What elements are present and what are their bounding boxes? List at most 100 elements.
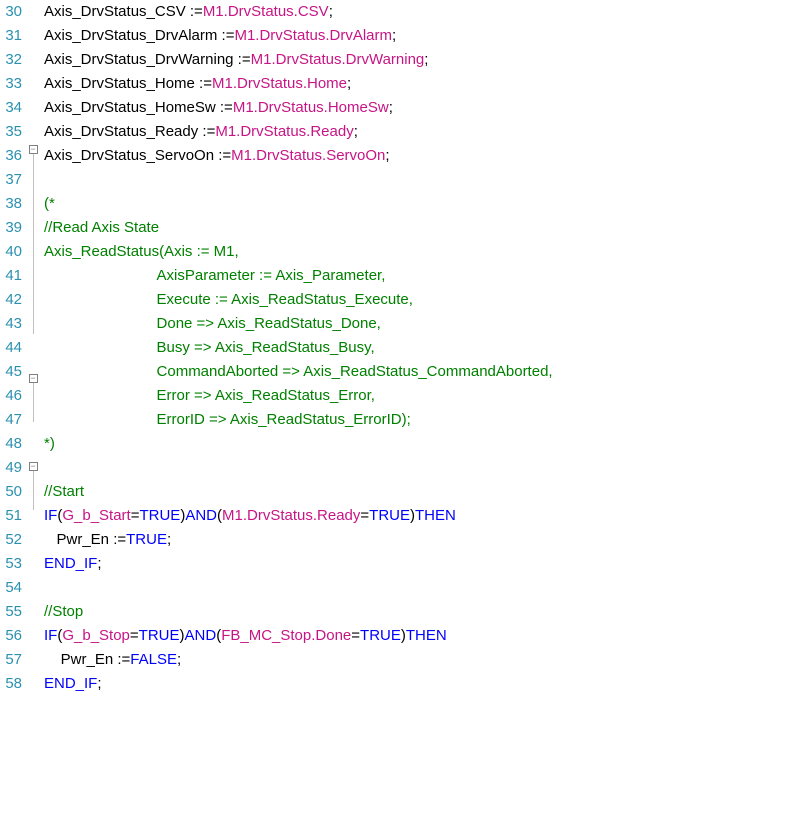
line-number: 52: [0, 528, 22, 552]
fold-cell: [26, 264, 40, 282]
code-editor[interactable]: 3031323334353637383940414243444546474849…: [0, 0, 799, 696]
fold-collapse-icon[interactable]: −: [29, 145, 38, 154]
code-token: TRUE: [360, 624, 401, 648]
code-token: Done => Axis_ReadStatus_Done,: [44, 312, 381, 336]
code-token: ;: [392, 24, 396, 48]
code-token: Busy => Axis_ReadStatus_Busy,: [44, 336, 375, 360]
code-token: FB_MC_Stop.Done: [221, 624, 351, 648]
code-line[interactable]: Busy => Axis_ReadStatus_Busy,: [44, 336, 799, 360]
code-token: ;: [97, 552, 101, 576]
code-token: //Stop: [44, 600, 83, 624]
line-number: 54: [0, 576, 22, 600]
code-token: END_IF: [44, 552, 97, 576]
code-token: M1.DrvStatus.ServoOn: [231, 144, 385, 168]
code-line[interactable]: AxisParameter := Axis_Parameter,: [44, 264, 799, 288]
code-token: END_IF: [44, 672, 97, 696]
code-token: //Read Axis State: [44, 216, 159, 240]
fold-cell[interactable]: −: [26, 141, 40, 159]
fold-cell: [26, 0, 40, 18]
code-line[interactable]: //Read Axis State: [44, 216, 799, 240]
fold-cell: [26, 53, 40, 71]
code-line[interactable]: Axis_DrvStatus_Ready := M1.DrvStatus.Rea…: [44, 120, 799, 144]
code-line[interactable]: Done => Axis_ReadStatus_Done,: [44, 312, 799, 336]
code-line[interactable]: END_IF;: [44, 672, 799, 696]
code-token: M1.DrvStatus.Ready: [215, 120, 353, 144]
code-line[interactable]: [44, 456, 799, 480]
line-number: 51: [0, 504, 22, 528]
fold-cell: [26, 158, 40, 176]
code-line[interactable]: Execute := Axis_ReadStatus_Execute,: [44, 288, 799, 312]
code-line[interactable]: ErrorID => Axis_ReadStatus_ErrorID);: [44, 408, 799, 432]
fold-cell[interactable]: −: [26, 369, 40, 387]
fold-cell: [26, 18, 40, 36]
code-line[interactable]: Axis_DrvStatus_Home := M1.DrvStatus.Home…: [44, 72, 799, 96]
code-line[interactable]: IF (G_b_Start = TRUE) AND (M1.DrvStatus.…: [44, 504, 799, 528]
code-line[interactable]: Error => Axis_ReadStatus_Error,: [44, 384, 799, 408]
code-area[interactable]: Axis_DrvStatus_CSV := M1.DrvStatus.CSV;A…: [40, 0, 799, 696]
code-token: Pwr_En :=: [44, 528, 126, 552]
code-line[interactable]: Axis_DrvStatus_ServoOn := M1.DrvStatus.S…: [44, 144, 799, 168]
fold-cell: [26, 299, 40, 317]
code-line[interactable]: //Stop: [44, 600, 799, 624]
line-number: 35: [0, 120, 22, 144]
code-line[interactable]: [44, 168, 799, 192]
line-number: 31: [0, 24, 22, 48]
code-line[interactable]: [44, 576, 799, 600]
code-token: ;: [389, 96, 393, 120]
fold-cell: [26, 493, 40, 511]
fold-cell: [26, 194, 40, 212]
code-line[interactable]: Axis_ReadStatus(Axis := M1,: [44, 240, 799, 264]
line-number: 39: [0, 216, 22, 240]
fold-cell: [26, 405, 40, 423]
code-line[interactable]: IF (G_b_Stop = TRUE) AND (FB_MC_Stop.Don…: [44, 624, 799, 648]
code-token: M1.DrvStatus.HomeSw: [233, 96, 389, 120]
code-token: ;: [385, 144, 389, 168]
line-number: 47: [0, 408, 22, 432]
line-number: 48: [0, 432, 22, 456]
code-token: Axis_DrvStatus_CSV :=: [44, 0, 203, 24]
code-token: ;: [97, 672, 101, 696]
fold-cell[interactable]: −: [26, 457, 40, 475]
code-line[interactable]: Pwr_En := TRUE;: [44, 528, 799, 552]
code-line[interactable]: Axis_DrvStatus_CSV := M1.DrvStatus.CSV;: [44, 0, 799, 24]
fold-cell: [26, 106, 40, 124]
line-number: 43: [0, 312, 22, 336]
fold-collapse-icon[interactable]: −: [29, 374, 38, 383]
line-number: 44: [0, 336, 22, 360]
code-token: *): [44, 432, 55, 456]
code-line[interactable]: END_IF;: [44, 552, 799, 576]
code-token: IF: [44, 504, 57, 528]
fold-cell: [26, 387, 40, 405]
code-token: Axis_ReadStatus(Axis := M1,: [44, 240, 239, 264]
code-line[interactable]: CommandAborted => Axis_ReadStatus_Comman…: [44, 360, 799, 384]
code-line[interactable]: Axis_DrvStatus_DrvWarning := M1.DrvStatu…: [44, 48, 799, 72]
code-token: ;: [177, 648, 181, 672]
code-token: M1.DrvStatus.Ready: [222, 504, 360, 528]
code-line[interactable]: //Start: [44, 480, 799, 504]
line-number: 50: [0, 480, 22, 504]
code-line[interactable]: Axis_DrvStatus_HomeSw := M1.DrvStatus.Ho…: [44, 96, 799, 120]
line-number: 45: [0, 360, 22, 384]
fold-cell: [26, 317, 40, 335]
code-token: G_b_Start: [62, 504, 130, 528]
code-token: FALSE: [130, 648, 177, 672]
code-token: AxisParameter := Axis_Parameter,: [44, 264, 385, 288]
code-line[interactable]: *): [44, 432, 799, 456]
code-token: M1.DrvStatus.DrvWarning: [251, 48, 425, 72]
code-line[interactable]: (*: [44, 192, 799, 216]
code-token: =: [351, 624, 360, 648]
line-number: 57: [0, 648, 22, 672]
code-token: Axis_DrvStatus_HomeSw :=: [44, 96, 233, 120]
code-token: TRUE: [139, 624, 180, 648]
code-token: G_b_Stop: [62, 624, 130, 648]
code-token: (*: [44, 192, 55, 216]
code-token: ;: [354, 120, 358, 144]
line-number: 38: [0, 192, 22, 216]
code-line[interactable]: Axis_DrvStatus_DrvAlarm := M1.DrvStatus.…: [44, 24, 799, 48]
fold-cell: [26, 123, 40, 141]
fold-collapse-icon[interactable]: −: [29, 462, 38, 471]
fold-cell: [26, 35, 40, 53]
code-line[interactable]: Pwr_En := FALSE;: [44, 648, 799, 672]
fold-column[interactable]: − − −: [26, 0, 40, 696]
line-number: 56: [0, 624, 22, 648]
